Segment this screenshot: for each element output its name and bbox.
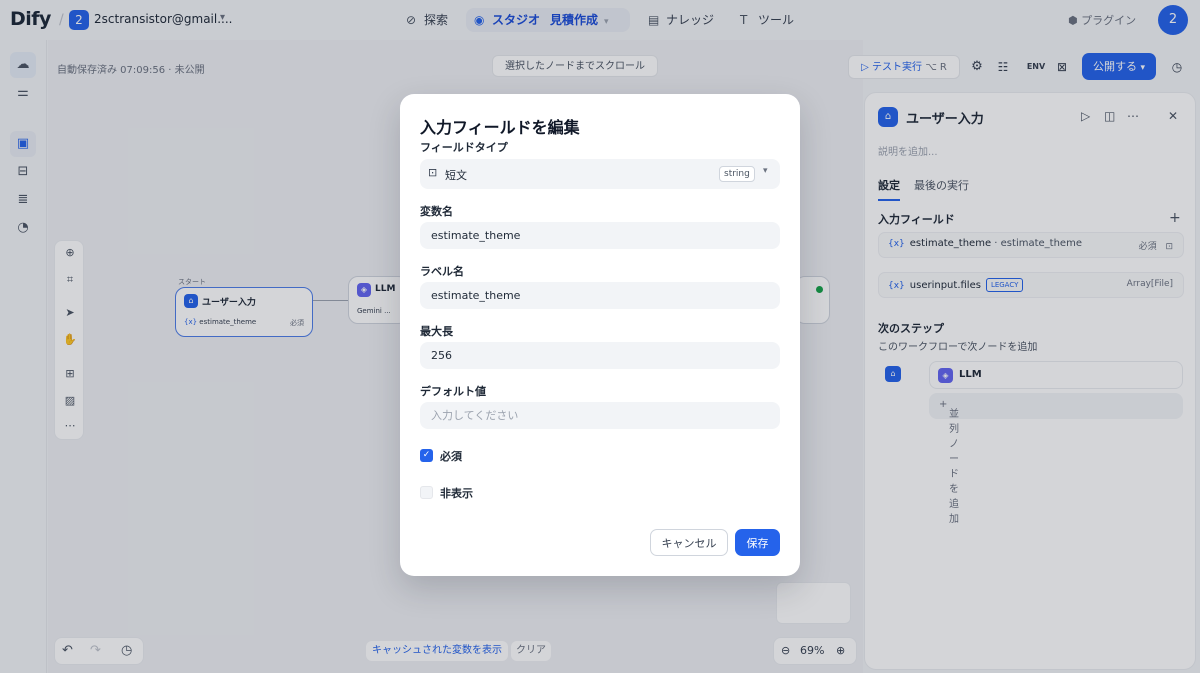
field-type-label: フィールドタイプ	[420, 141, 508, 154]
label-name-label: ラベル名	[420, 265, 464, 278]
max-length-input[interactable]	[420, 342, 780, 369]
max-length-label: 最大長	[420, 325, 453, 338]
chevron-down-icon: ▾	[763, 166, 768, 176]
field-type-select[interactable]: ⊡ 短文 string ▾	[420, 159, 780, 189]
default-value-input[interactable]	[420, 402, 780, 429]
edit-input-field-dialog: 入力フィールドを編集 フィールドタイプ ⊡ 短文 string ▾ 変数名 ラベ…	[400, 94, 800, 576]
cancel-button[interactable]: キャンセル	[650, 529, 728, 556]
text-field-icon: ⊡	[428, 166, 438, 179]
default-value-label: デフォルト値	[420, 385, 486, 398]
required-label[interactable]: 必須	[440, 448, 462, 464]
hidden-label[interactable]: 非表示	[440, 485, 473, 501]
type-tag: string	[719, 166, 755, 182]
hidden-checkbox[interactable]	[420, 486, 433, 499]
variable-name-input[interactable]	[420, 222, 780, 249]
label-name-input[interactable]	[420, 282, 780, 309]
save-button[interactable]: 保存	[735, 529, 780, 556]
required-checkbox[interactable]: ✓	[420, 449, 433, 462]
dialog-title: 入力フィールドを編集	[420, 118, 580, 137]
variable-name-label: 変数名	[420, 205, 453, 218]
